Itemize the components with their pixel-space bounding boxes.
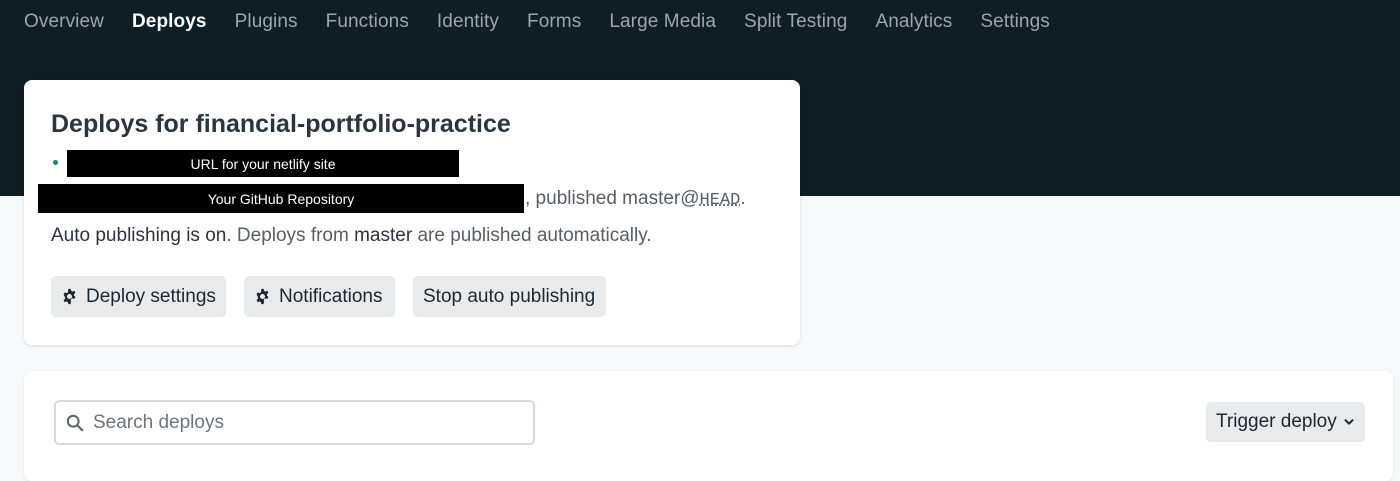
auto-publish-end: are published automatically. xyxy=(412,225,652,246)
tab-overview[interactable]: Overview xyxy=(24,11,104,33)
search-field[interactable] xyxy=(54,400,535,445)
page-title: Deploys for financial-portfolio-practice xyxy=(51,110,511,138)
published-info: , published master@HEAD. xyxy=(525,188,746,210)
tab-split-testing[interactable]: Split Testing xyxy=(744,11,847,33)
tab-settings[interactable]: Settings xyxy=(980,11,1049,33)
site-url-redaction: URL for your netlify site xyxy=(67,150,459,177)
notifications-button[interactable]: Notifications xyxy=(244,276,395,317)
tab-functions[interactable]: Functions xyxy=(326,11,409,33)
auto-publish-label: Auto publishing is on xyxy=(51,225,227,246)
tab-plugins[interactable]: Plugins xyxy=(235,11,298,33)
search-input[interactable] xyxy=(93,411,493,434)
auto-publish-mid: . Deploys from xyxy=(226,225,355,246)
chevron-down-icon xyxy=(1344,419,1354,425)
trigger-deploy-label: Trigger deploy xyxy=(1216,411,1337,432)
deploys-summary-card: Deploys for financial-portfolio-practice… xyxy=(24,80,800,345)
auto-publish-status: Auto publishing is on. Deploys from mast… xyxy=(51,225,652,247)
published-suffix: . xyxy=(740,188,746,209)
auto-publish-branch: master xyxy=(354,225,413,246)
stop-auto-publishing-button[interactable]: Stop auto publishing xyxy=(413,276,606,317)
trigger-deploy-button[interactable]: Trigger deploy xyxy=(1206,402,1365,442)
tab-analytics[interactable]: Analytics xyxy=(875,11,952,33)
published-prefix: , published master@ xyxy=(525,188,700,209)
deploys-list-card: Trigger deploy xyxy=(24,371,1393,481)
site-nav: Overview Deploys Plugins Functions Ident… xyxy=(24,0,1050,44)
published-ref-link[interactable]: HEAD xyxy=(700,191,741,210)
notifications-label: Notifications xyxy=(279,285,383,307)
gear-icon xyxy=(256,288,269,305)
tab-large-media[interactable]: Large Media xyxy=(609,11,716,33)
search-icon xyxy=(66,414,84,431)
tab-identity[interactable]: Identity xyxy=(437,11,499,33)
tab-forms[interactable]: Forms xyxy=(527,11,581,33)
gear-icon xyxy=(63,288,76,305)
tab-deploys[interactable]: Deploys xyxy=(132,11,207,33)
status-bullet xyxy=(53,160,58,165)
deploy-settings-button[interactable]: Deploy settings xyxy=(51,276,226,317)
deploy-settings-label: Deploy settings xyxy=(86,285,216,307)
repo-redaction: Your GitHub Repository xyxy=(38,184,524,213)
